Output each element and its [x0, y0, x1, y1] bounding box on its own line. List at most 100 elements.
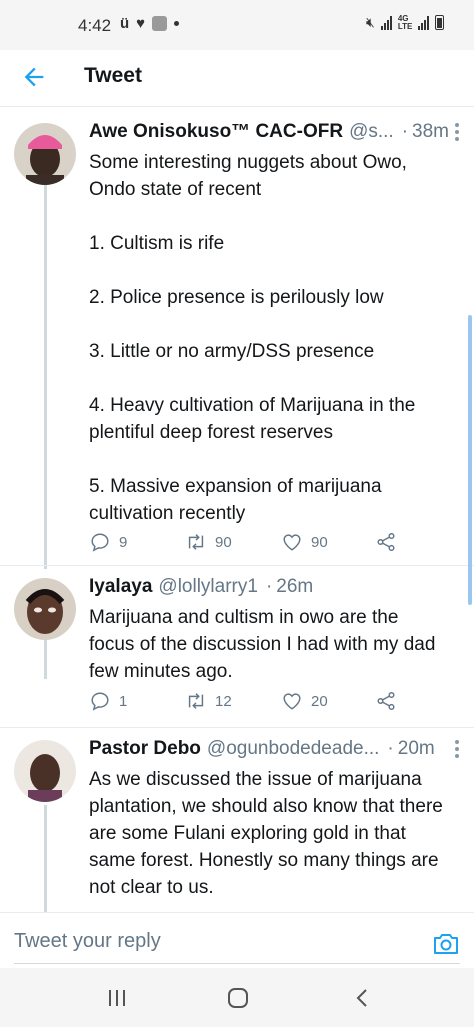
share-icon	[377, 692, 395, 710]
mute-icon: 🔇︎	[366, 14, 375, 30]
back-icon[interactable]	[350, 986, 376, 1010]
tweet[interactable]: Pastor Debo @ogunbodedeade... · 20m As w…	[0, 736, 474, 912]
like-icon	[283, 693, 301, 710]
tweet-header: Awe Onisokuso™ CAC-OFR @s... · 38m	[89, 119, 460, 145]
share-button[interactable]	[375, 531, 397, 553]
reply-icon	[91, 533, 109, 552]
tweet-text-line	[89, 365, 454, 392]
4g-icon: 4G LTE	[397, 13, 413, 31]
heart-notification-icon: ♥	[136, 15, 146, 32]
author-name[interactable]: Awe Onisokuso™ CAC-OFR	[89, 121, 343, 143]
tweet-text: Marijuana and cultism in owo are the foc…	[89, 604, 454, 685]
tweet-text-line: not clear to us.	[89, 877, 214, 898]
reply-button[interactable]: 1	[89, 690, 127, 712]
back-arrow-icon[interactable]	[20, 63, 48, 91]
tweet-text-line: 5. Massive expansion of marijuana	[89, 476, 382, 497]
tweet-thread: Awe Onisokuso™ CAC-OFR @s... · 38m Some …	[0, 107, 474, 912]
avatar[interactable]	[14, 578, 76, 640]
tweet-text-line: focus of the discussion I had with my da…	[89, 634, 436, 655]
reply-icon	[91, 692, 109, 711]
author-handle[interactable]: @s...	[349, 121, 394, 143]
reply-count: 1	[119, 692, 128, 710]
tweet-text-line: few minutes ago.	[89, 661, 233, 682]
tweet-actions: 1 12 20	[89, 690, 409, 716]
author-handle[interactable]: @lollylarry1	[158, 576, 258, 598]
status-system-icons: 🔇︎ 4G LTE	[366, 13, 445, 31]
tweet-time: 20m	[397, 738, 435, 759]
separator-dot: ·	[265, 576, 273, 597]
reply-underline	[14, 963, 460, 964]
divider	[0, 565, 474, 566]
tweet-text-line: As we discussed the issue of marijuana	[89, 769, 422, 790]
photo-notification-icon	[152, 16, 168, 31]
tweet-text-line: plantation, we should also know that the…	[89, 796, 443, 817]
share-button[interactable]	[375, 690, 397, 712]
like-button[interactable]: 90	[281, 531, 328, 553]
more-icon[interactable]	[454, 121, 460, 141]
separator-dot: ·	[401, 121, 409, 142]
avatar[interactable]	[14, 123, 76, 185]
share-icon	[377, 533, 395, 551]
tweet-text-line: same forest. Honestly so many things are	[89, 850, 439, 871]
separator-dot: ·	[387, 738, 394, 759]
tweet-header: Pastor Debo @ogunbodedeade... · 20m	[89, 736, 460, 762]
tweet[interactable]: Awe Onisokuso™ CAC-OFR @s... · 38m Some …	[0, 119, 474, 559]
home-icon[interactable]	[225, 986, 251, 1010]
tweet-text: As we discussed the issue of marijuana p…	[89, 766, 454, 901]
tweet-text-line: 2. Police presence is perilously low	[89, 287, 384, 308]
tweet[interactable]: Iyalaya @lollylarry1 · 26m Marijuana and…	[0, 574, 474, 724]
notification-app-icon: ü	[120, 15, 130, 32]
status-bar: 4:42 ü ♥ 🔇︎ 4G LTE	[0, 0, 474, 50]
author-name[interactable]: Iyalaya	[89, 576, 152, 598]
author-handle[interactable]: @ogunbodedeade...	[207, 738, 380, 760]
more-notifications-dot-icon	[174, 21, 180, 26]
tweet-text-line: Marijuana and cultism in owo are the	[89, 607, 399, 628]
retweet-icon	[188, 693, 204, 709]
tweet-header: Iyalaya @lollylarry1 · 26m	[89, 574, 460, 600]
status-notification-icons: ü ♥	[120, 15, 180, 32]
like-count: 20	[311, 692, 328, 710]
tweet-text-line: cultivation recently	[89, 503, 246, 524]
like-count: 90	[311, 533, 328, 551]
signal-icon-1	[380, 15, 392, 30]
reply-composer: Tweet your reply	[0, 912, 474, 968]
author-name[interactable]: Pastor Debo	[89, 738, 201, 760]
tweet-text-line: Ondo state of recent	[89, 179, 262, 200]
divider	[0, 727, 474, 728]
header: Tweet	[0, 50, 474, 107]
tweet-text-line: 3. Little or no army/DSS presence	[89, 341, 375, 362]
reply-button[interactable]: 9	[89, 531, 127, 553]
more-icon[interactable]	[454, 738, 460, 758]
signal-icon-2	[418, 15, 430, 30]
retweet-button[interactable]: 90	[185, 531, 232, 553]
tweet-text-line: 4. Heavy cultivation of Marijuana in the	[89, 395, 416, 416]
tweet-text: Some interesting nuggets about Owo, Ondo…	[89, 149, 454, 527]
battery-icon	[435, 15, 445, 30]
recent-apps-icon[interactable]	[104, 986, 130, 1010]
camera-icon[interactable]	[432, 931, 460, 957]
retweet-count: 90	[215, 533, 232, 551]
retweet-button[interactable]: 12	[185, 690, 232, 712]
like-button[interactable]: 20	[281, 690, 328, 712]
page-title: Tweet	[84, 64, 142, 87]
scrollbar[interactable]	[468, 315, 472, 605]
tweet-text-line: plentiful deep forest reserves	[89, 422, 333, 443]
tweet-time: 26m	[276, 576, 314, 597]
like-icon	[283, 534, 301, 551]
tweet-text-line	[89, 257, 454, 284]
tweet-text-line	[89, 446, 454, 473]
navigation-bar	[0, 968, 474, 1027]
retweet-icon	[188, 534, 204, 550]
avatar[interactable]	[14, 740, 76, 802]
tweet-text-line: are some Fulani exploring gold in that	[89, 823, 406, 844]
tweet-text-line	[89, 203, 454, 230]
tweet-text-line: 1. Cultism is rife	[89, 233, 225, 254]
reply-input[interactable]: Tweet your reply	[14, 930, 161, 953]
status-time: 4:42	[78, 16, 112, 35]
tweet-text-line	[89, 311, 454, 338]
tweet-text-line: Some interesting nuggets about Owo,	[89, 152, 407, 173]
retweet-count: 12	[215, 692, 232, 710]
tweet-actions: 9 90 90	[89, 531, 409, 557]
reply-count: 9	[119, 533, 128, 551]
tweet-time: 38m	[412, 121, 449, 142]
